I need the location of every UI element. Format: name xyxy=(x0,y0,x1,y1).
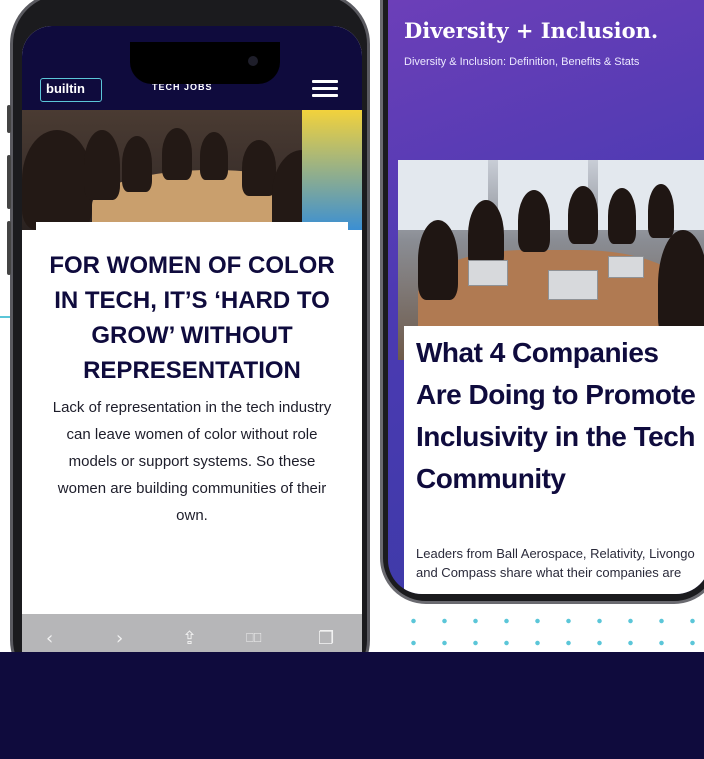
back-icon[interactable]: ‹ xyxy=(46,628,53,649)
article-photo-meeting xyxy=(22,110,362,230)
dot-pattern xyxy=(398,610,704,652)
article-headline[interactable]: What 4 Companies Are Doing to Promote In… xyxy=(416,332,704,500)
section-title: Diversity + Inclusion. xyxy=(404,18,659,43)
section-subtitle-link[interactable]: Diversity & Inclusion: Definition, Benef… xyxy=(404,56,639,68)
footer-band xyxy=(0,652,704,759)
share-icon[interactable]: ⇪ xyxy=(182,628,197,649)
hamburger-menu-icon[interactable] xyxy=(312,80,338,98)
article-card-left[interactable]: FOR WOMEN OF COLOR IN TECH, IT’S ‘HARD T… xyxy=(36,222,348,622)
builtin-logo[interactable]: builtin xyxy=(40,78,102,102)
article-headline[interactable]: FOR WOMEN OF COLOR IN TECH, IT’S ‘HARD T… xyxy=(36,248,348,388)
tabs-icon[interactable]: ❐ xyxy=(318,628,334,649)
phone-notch xyxy=(130,42,280,84)
forward-icon[interactable]: › xyxy=(116,628,123,649)
phone-screen-right[interactable]: Diversity + Inclusion. Diversity & Inclu… xyxy=(388,0,704,594)
article-card-right[interactable]: What 4 Companies Are Doing to Promote In… xyxy=(404,326,704,594)
bookmarks-icon[interactable]: ⎕⎕ xyxy=(246,631,262,646)
article-excerpt: Lack of representation in the tech indus… xyxy=(52,399,332,524)
phone-screen-left[interactable]: builtin TECH JOBS FOR WOMEN OF COLOR IN … xyxy=(22,26,362,666)
article-excerpt: Leaders from Ball Aerospace, Relativity,… xyxy=(416,546,695,580)
